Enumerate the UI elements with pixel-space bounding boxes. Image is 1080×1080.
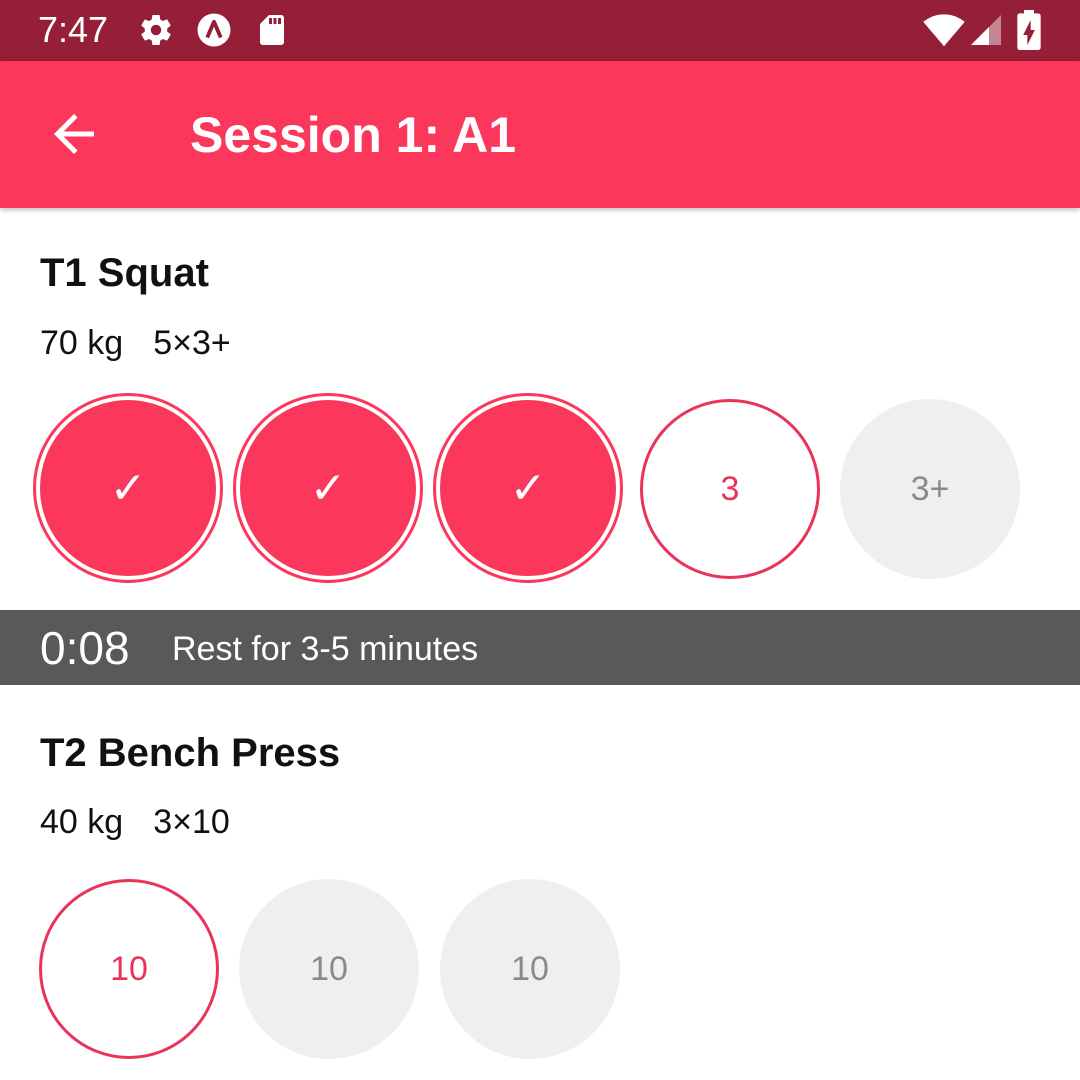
app-bar: Session 1: A1 bbox=[0, 61, 1080, 208]
exercise-card-squat: T1 Squat 70 kg 5×3+ ✓ ✓ ✓ 3 3+ bbox=[0, 208, 1080, 610]
set-button[interactable]: 3+ bbox=[840, 399, 1020, 579]
exercise-card-bench-press: T2 Bench Press 40 kg 3×10 10 10 10 bbox=[0, 688, 1080, 1080]
battery-charging-icon bbox=[1017, 10, 1041, 50]
set-button[interactable]: 10 bbox=[39, 879, 219, 1059]
set-button[interactable]: 3 bbox=[640, 399, 820, 579]
app-badge-icon bbox=[197, 13, 231, 47]
exercise-name: T1 Squat bbox=[40, 251, 209, 295]
rest-timer-bar: 0:08 Rest for 3-5 minutes bbox=[0, 610, 1080, 685]
exercise-scheme: 5×3+ bbox=[153, 324, 231, 362]
page-title: Session 1: A1 bbox=[190, 107, 517, 163]
set-button[interactable]: 10 bbox=[440, 879, 620, 1059]
set-button[interactable]: ✓ bbox=[36, 396, 220, 580]
exercise-scheme: 3×10 bbox=[153, 803, 230, 841]
rest-message: Rest for 3-5 minutes bbox=[172, 630, 479, 668]
sd-card-icon bbox=[260, 15, 284, 45]
gear-icon bbox=[141, 15, 171, 46]
set-button[interactable]: ✓ bbox=[436, 396, 620, 580]
wifi-icon bbox=[923, 14, 965, 47]
exercise-name: T2 Bench Press bbox=[40, 731, 341, 775]
status-bar: 7:47 bbox=[0, 0, 1080, 61]
exercise-weight: 40 kg bbox=[40, 803, 124, 841]
arrow-left-icon[interactable] bbox=[44, 104, 104, 164]
set-button[interactable]: ✓ bbox=[236, 396, 420, 580]
exercise-meta: 70 kg 5×3+ bbox=[40, 322, 261, 364]
set-button[interactable]: 10 bbox=[239, 879, 419, 1059]
rest-timer: 0:08 bbox=[40, 622, 130, 674]
exercise-meta: 40 kg 3×10 bbox=[40, 801, 260, 843]
exercise-weight: 70 kg bbox=[40, 324, 124, 362]
status-time: 7:47 bbox=[38, 9, 109, 50]
cell-signal-icon bbox=[971, 15, 1001, 45]
